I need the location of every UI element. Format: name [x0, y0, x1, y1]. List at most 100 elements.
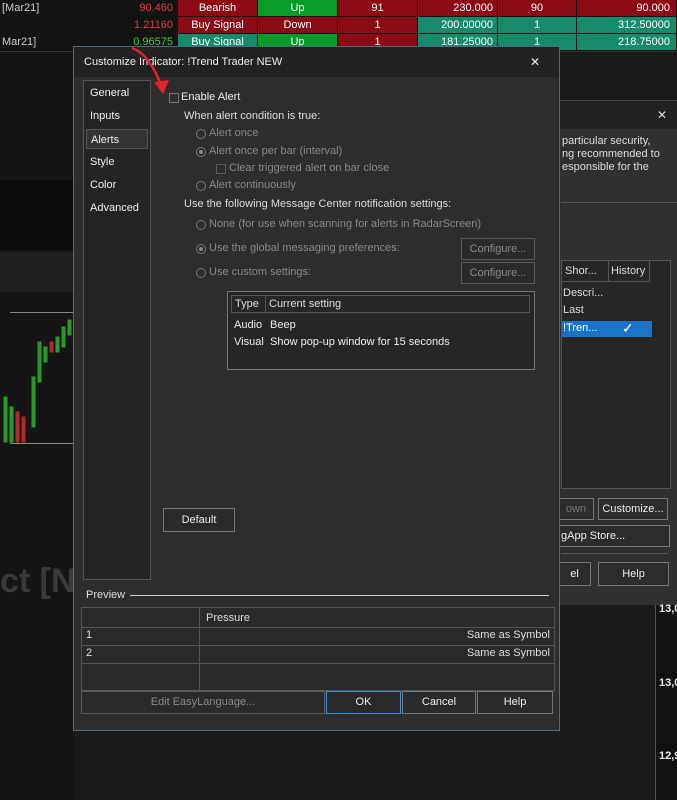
chart-band: [0, 180, 73, 250]
nav-item-advanced[interactable]: Advanced: [90, 198, 146, 218]
bg-help-button[interactable]: Help: [598, 562, 669, 586]
alerts-panel: Enable Alert When alert condition is tru…: [153, 80, 554, 578]
alert-continuously-label: Alert continuously: [209, 179, 296, 191]
when-condition-label: When alert condition is true:: [184, 110, 321, 122]
none-option-radio[interactable]: [196, 220, 206, 230]
preview-row-num: 1: [86, 629, 93, 641]
default-button[interactable]: Default: [163, 508, 235, 532]
bg-col-header-history[interactable]: History: [608, 261, 650, 282]
price-cell: 230.000: [418, 0, 498, 16]
alert-once-per-bar-label: Alert once per bar (interval): [209, 145, 343, 157]
preview-header-row: Pressure: [82, 608, 554, 628]
background-dialog: ✕ particular security, ng recommended to…: [540, 100, 677, 607]
bg-lower-area: [560, 605, 655, 800]
preview-row-num: 2: [86, 647, 93, 659]
alert-once-radio[interactable]: [196, 129, 206, 139]
row-type: Visual: [234, 336, 264, 348]
preview-table: Pressure 1 Same as Symbol 2 Same as Symb…: [81, 607, 555, 691]
preview-header-pressure: Pressure: [206, 612, 251, 624]
col-header-type: Type: [235, 298, 259, 310]
none-option-label: None (for use when scanning for alerts i…: [209, 218, 482, 230]
bg-list-item-descri[interactable]: Descri...: [563, 287, 603, 299]
quote-grid: [Mar21] 90.460 Bearish Up 91 230.000 90 90.000 1…: [0, 0, 677, 52]
bg-price-axis: 13,0 13,0 12,9: [655, 603, 677, 800]
ok-button[interactable]: OK: [326, 691, 401, 714]
bg-partial-text-2: ng recommended to: [562, 148, 660, 160]
count-cell: 91: [338, 0, 418, 16]
bg-list-item-last[interactable]: Last: [563, 304, 584, 316]
price-cell: 200.00000: [418, 17, 498, 33]
preview-row-value: Same as Symbol: [466, 647, 550, 659]
last-cell: 90.000: [577, 0, 677, 16]
alert-continuously-radio[interactable]: [196, 181, 206, 191]
clear-triggered-checkbox[interactable]: [216, 164, 226, 174]
chart-band-2: [0, 252, 73, 292]
cancel-button[interactable]: Cancel: [402, 691, 476, 714]
bg-cancel-button[interactable]: el: [558, 562, 591, 586]
mid-cell: 90: [498, 0, 577, 16]
col-header-current-setting: Current setting: [269, 298, 342, 310]
bg-list-item-trend[interactable]: !Tren... ✓: [562, 320, 652, 337]
message-center-label: Use the following Message Center notific…: [184, 198, 452, 210]
bg-partial-text-1: particular security,: [562, 135, 651, 147]
nav-item-color[interactable]: Color: [90, 175, 146, 195]
watermark: ct [N: [0, 562, 76, 600]
customize-indicator-dialog: Customize Indicator: !Trend Trader NEW ✕…: [73, 46, 560, 731]
symbol-cell: [0, 17, 92, 33]
nav-item-style[interactable]: Style: [90, 152, 146, 172]
global-option-radio[interactable]: [196, 244, 206, 254]
last-cell: 312.50000: [577, 17, 677, 33]
direction-cell: Up: [258, 0, 338, 16]
red-arrow-annotation: [131, 46, 169, 94]
alert-once-per-bar-radio[interactable]: [196, 147, 206, 157]
value-cell: 90.460: [92, 0, 178, 16]
settings-table: Type Current setting Audio Beep Visual S…: [227, 291, 535, 370]
direction-cell: Down: [258, 17, 338, 33]
bg-customize-button[interactable]: Customize...: [598, 498, 668, 520]
signal-cell: Bearish: [178, 0, 258, 16]
nav-pane: General Inputs Alerts Style Color Advanc…: [83, 80, 151, 580]
row-setting: Show pop-up window for 15 seconds: [270, 336, 450, 348]
checkmark-icon: ✓: [622, 320, 634, 336]
table-row: 2 Same as Symbol: [82, 646, 554, 664]
bg-divider-2: [561, 553, 668, 554]
edit-easylanguage-button[interactable]: Edit EasyLanguage...: [81, 691, 325, 714]
count-cell: 1: [338, 17, 418, 33]
preview-label: Preview: [86, 589, 126, 601]
table-row: 1 Same as Symbol: [82, 628, 554, 646]
configure-global-button[interactable]: Configure...: [461, 238, 535, 260]
bg-divider: [561, 202, 677, 203]
bg-list-item-trend-label: !Tren...: [563, 322, 598, 334]
row-setting: Beep: [270, 319, 296, 331]
global-option-label: Use the global messaging preferences:: [209, 242, 400, 254]
preview-row-value: Same as Symbol: [466, 629, 550, 641]
price-tick-2: 13,0: [659, 677, 677, 689]
close-icon[interactable]: ✕: [530, 55, 540, 69]
price-tick-3: 12,9: [659, 750, 677, 762]
chart-area: ct [N: [0, 52, 76, 800]
bg-store-button[interactable]: gApp Store...: [558, 525, 670, 547]
row-type: Audio: [234, 319, 263, 331]
price-tick-1: 13,0: [659, 603, 677, 615]
bg-col-header-short[interactable]: Shor...: [562, 261, 609, 282]
custom-option-radio[interactable]: [196, 268, 206, 278]
last-cell: 218.75000: [577, 34, 677, 50]
quote-row[interactable]: [Mar21] 90.460 Bearish Up 91 230.000 90 90.000: [0, 0, 677, 17]
signal-cell: Buy Signal: [178, 17, 258, 33]
candles: [3, 319, 72, 443]
value-cell: 1.21160: [92, 17, 178, 33]
bg-close-icon[interactable]: ✕: [657, 108, 667, 122]
mid-cell: 1: [498, 17, 577, 33]
nav-item-alerts[interactable]: Alerts: [86, 129, 148, 149]
table-row: Visual Show pop-up window for 15 seconds: [234, 336, 524, 351]
configure-custom-button[interactable]: Configure...: [461, 262, 535, 284]
symbol-cell: [Mar21]: [0, 0, 92, 16]
help-button[interactable]: Help: [477, 691, 553, 714]
preview-rule: [130, 595, 549, 596]
bg-partial-text-3: esponsible for the: [562, 161, 649, 173]
alert-once-label: Alert once: [209, 127, 259, 139]
quote-row[interactable]: 1.21160 Buy Signal Down 1 200.00000 1 312.5000…: [0, 17, 677, 34]
col-divider: [265, 296, 266, 312]
bg-own-button[interactable]: own: [558, 498, 594, 520]
settings-table-header: Type Current setting: [231, 295, 530, 313]
